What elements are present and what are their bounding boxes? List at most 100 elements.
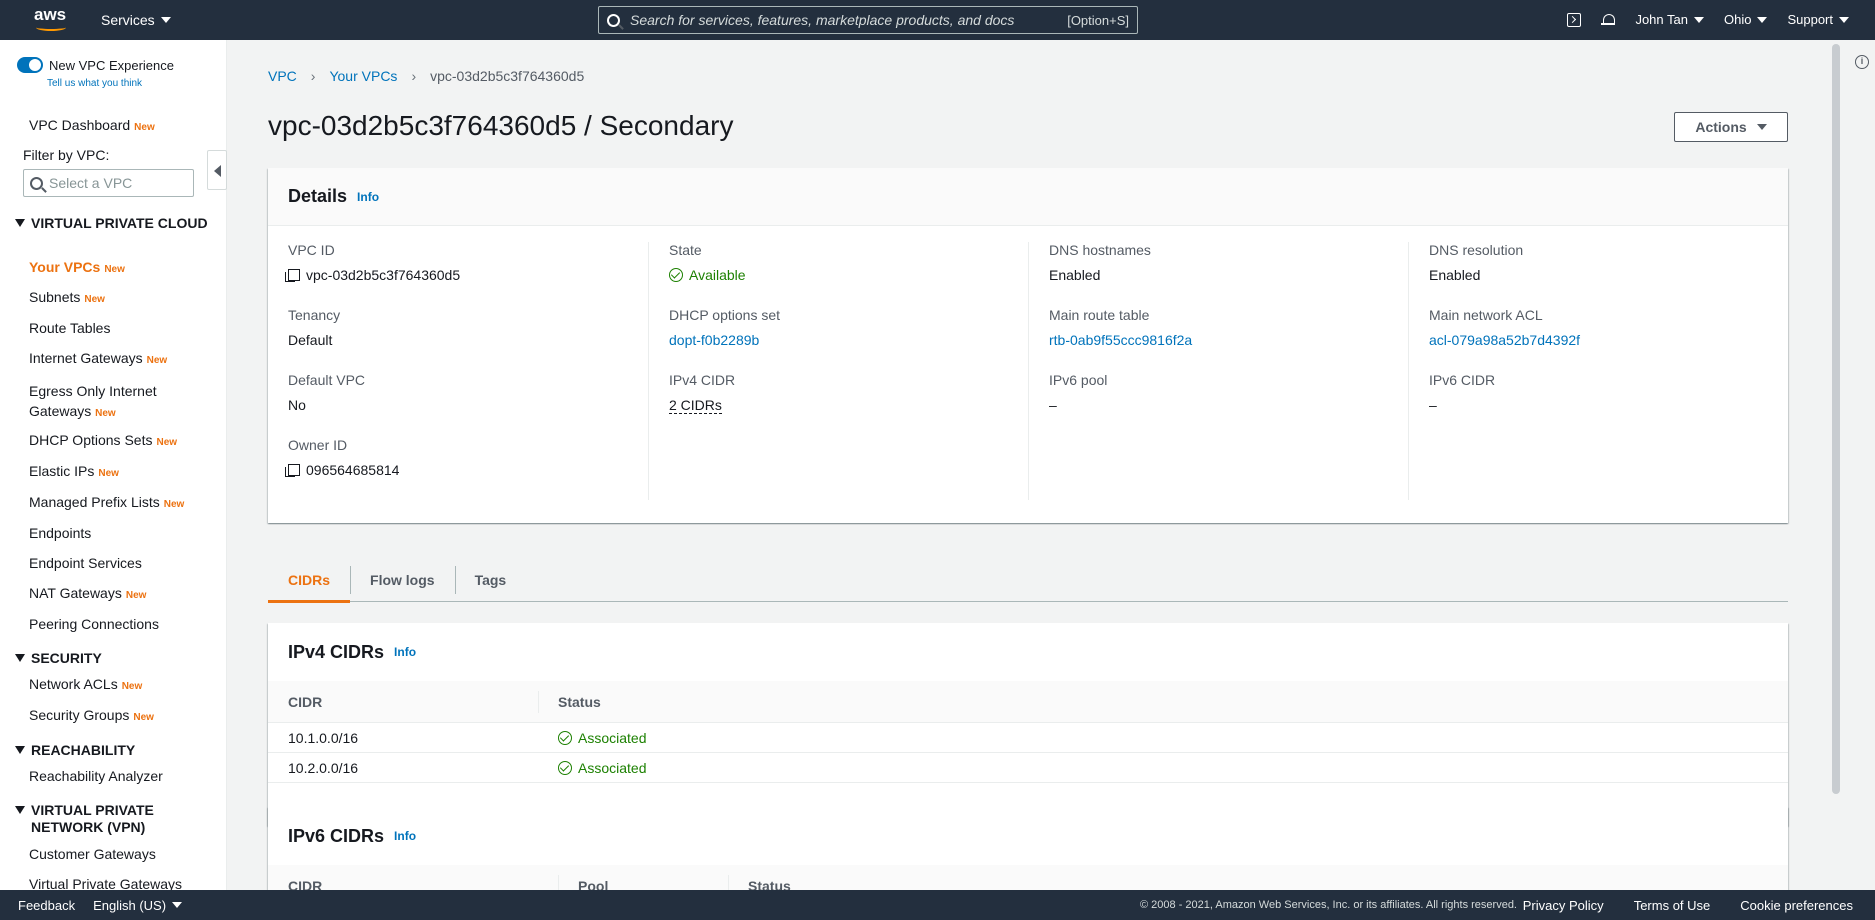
section-label: VIRTUAL PRIVATE NETWORK (VPN) <box>31 802 154 835</box>
ipv4-cidr-popover[interactable]: 2 CIDRs <box>669 397 722 414</box>
dhcp-options-link[interactable]: dopt-f0b2289b <box>669 332 780 348</box>
new-experience-toggle[interactable] <box>17 57 43 73</box>
search-icon <box>607 13 620 27</box>
copy-icon[interactable] <box>285 269 300 282</box>
section-virtual-private-cloud[interactable]: VIRTUAL PRIVATE CLOUD <box>15 215 215 232</box>
sidebar-item-virtual-private-gateways[interactable]: Virtual Private Gateways <box>29 876 182 890</box>
status-cell: Associated <box>538 723 938 752</box>
info-link[interactable]: Info <box>394 829 416 843</box>
expand-triangle-icon <box>15 746 25 754</box>
services-label: Services <box>101 12 155 28</box>
sidebar-item-your-vpcs[interactable]: Your VPCs New <box>29 259 125 275</box>
breadcrumb-your-vpcs[interactable]: Your VPCs <box>329 68 397 84</box>
sidebar-item-dhcp-options-sets[interactable]: DHCP Options Sets New <box>29 432 177 448</box>
terms-of-use-link[interactable]: Terms of Use <box>1634 898 1711 913</box>
owner-id-field: Owner ID 096564685814 <box>285 437 399 478</box>
breadcrumb-vpc[interactable]: VPC <box>268 68 297 84</box>
aws-logo[interactable]: aws <box>34 6 68 34</box>
column-header-status[interactable]: Status <box>538 681 938 722</box>
topbar-right-menu: John Tan Ohio Support <box>1567 12 1849 27</box>
copy-icon[interactable] <box>285 464 300 477</box>
sidebar-item-endpoint-services[interactable]: Endpoint Services <box>29 555 142 571</box>
status-text: Associated <box>578 759 647 776</box>
support-label: Support <box>1787 12 1833 27</box>
actions-button[interactable]: Actions <box>1674 112 1788 142</box>
sidebar-item-nat-gateways[interactable]: NAT Gateways New <box>29 585 146 601</box>
tenancy-value: Default <box>288 332 333 348</box>
dns-resolution-value: Enabled <box>1429 267 1481 283</box>
sidebar-item-label: Endpoint Services <box>29 555 142 571</box>
new-experience-toggle-row: New VPC Experience <box>17 57 174 73</box>
new-badge: New <box>125 590 147 601</box>
support-menu[interactable]: Support <box>1787 12 1849 27</box>
language-label: English (US) <box>93 897 167 913</box>
cookie-preferences-link[interactable]: Cookie preferences <box>1740 898 1853 913</box>
services-menu-button[interactable]: Services <box>101 12 171 28</box>
new-badge: New <box>134 122 155 133</box>
chevron-right-icon: › <box>310 68 316 84</box>
status-success-icon <box>558 760 572 775</box>
field-label: DNS resolution <box>1429 242 1524 258</box>
tenancy-field: Tenancy Default <box>288 307 340 348</box>
sidebar-item-label: NAT Gateways <box>29 585 122 601</box>
section-security[interactable]: SECURITY <box>15 650 215 667</box>
page-scrollbar[interactable] <box>1832 44 1840 794</box>
sidebar-item-route-tables[interactable]: Route Tables <box>29 320 110 336</box>
sidebar-item-endpoints[interactable]: Endpoints <box>29 525 91 541</box>
field-label: DNS hostnames <box>1049 242 1151 258</box>
caret-down-icon <box>1693 16 1704 23</box>
field-label: Main network ACL <box>1429 307 1543 323</box>
privacy-policy-link[interactable]: Privacy Policy <box>1523 898 1604 913</box>
status-text: Associated <box>578 729 647 746</box>
tab-flow-logs[interactable]: Flow logs <box>350 558 455 602</box>
sidebar-item-vpc-dashboard[interactable]: VPC Dashboard New <box>29 117 155 133</box>
section-reachability[interactable]: REACHABILITY <box>15 742 215 759</box>
info-link[interactable]: Info <box>357 190 379 204</box>
footer: Feedback English (US) © 2008 - 2021, Ama… <box>0 890 1875 920</box>
new-badge: New <box>95 408 116 419</box>
sidebar-item-elastic-ips[interactable]: Elastic IPs New <box>29 463 119 479</box>
sidebar-item-label: Route Tables <box>29 320 111 336</box>
language-selector[interactable]: English (US) <box>93 897 183 913</box>
sidebar-item-peering-connections[interactable]: Peering Connections <box>29 616 159 632</box>
column-header-cidr[interactable]: CIDR <box>268 681 538 722</box>
section-vpn[interactable]: VIRTUAL PRIVATE NETWORK (VPN) <box>15 802 215 836</box>
sidebar-collapse-button[interactable] <box>207 150 227 190</box>
notifications-bell-icon[interactable] <box>1601 13 1616 27</box>
sidebar-item-network-acls[interactable]: Network ACLs New <box>29 676 142 692</box>
sidebar-item-internet-gateways[interactable]: Internet Gateways New <box>29 350 167 366</box>
search-icon <box>30 176 43 190</box>
sidebar-item-security-groups[interactable]: Security Groups New <box>29 707 154 723</box>
ipv6-cidr-value: – <box>1429 397 1437 413</box>
sidebar-item-label: Virtual Private Gateways <box>29 876 183 890</box>
tab-cidrs[interactable]: CIDRs <box>268 558 351 603</box>
info-link[interactable]: Info <box>394 645 416 659</box>
feedback-link[interactable]: Feedback <box>18 898 75 913</box>
user-name: John Tan <box>1635 12 1688 27</box>
sidebar-item-label: VPC Dashboard <box>29 117 131 133</box>
state-field: State Available <box>669 242 746 283</box>
region-menu[interactable]: Ohio <box>1724 12 1768 27</box>
main-network-acl-link[interactable]: acl-079a98a52b7d4392f <box>1429 332 1580 348</box>
sidebar-item-egress-only-internet-gateways[interactable]: Egress Only Internet Gateways New <box>29 381 199 424</box>
sidebar-item-customer-gateways[interactable]: Customer Gateways <box>29 846 156 862</box>
dhcp-field: DHCP options set dopt-f0b2289b <box>669 307 780 348</box>
help-panel-info-icon[interactable]: i <box>1855 55 1869 69</box>
sidebar-item-subnets[interactable]: Subnets New <box>29 289 105 305</box>
global-search-input[interactable]: Search for services, features, marketpla… <box>598 6 1138 34</box>
sidebar-item-label: Elastic IPs <box>29 463 95 479</box>
vpc-filter-input[interactable]: Select a VPC <box>23 169 194 197</box>
footer-right: Privacy Policy Terms of Use Cookie prefe… <box>1523 898 1853 913</box>
tab-tags[interactable]: Tags <box>454 558 527 602</box>
cloudshell-icon[interactable] <box>1567 12 1582 27</box>
ipv6-cidrs-header: IPv6 CIDRs Info <box>268 807 1788 865</box>
field-label: State <box>669 242 702 258</box>
sidebar-item-managed-prefix-lists[interactable]: Managed Prefix Lists New <box>29 494 184 510</box>
field-label: Default VPC <box>288 372 366 388</box>
main-route-table-link[interactable]: rtb-0ab9f55ccc9816f2a <box>1049 332 1192 348</box>
aws-logo-text: aws <box>34 5 67 24</box>
sidebar-item-reachability-analyzer[interactable]: Reachability Analyzer <box>29 768 163 784</box>
new-badge: New <box>133 712 154 723</box>
tell-us-link[interactable]: Tell us what you think <box>47 78 142 89</box>
user-menu[interactable]: John Tan <box>1635 12 1704 27</box>
